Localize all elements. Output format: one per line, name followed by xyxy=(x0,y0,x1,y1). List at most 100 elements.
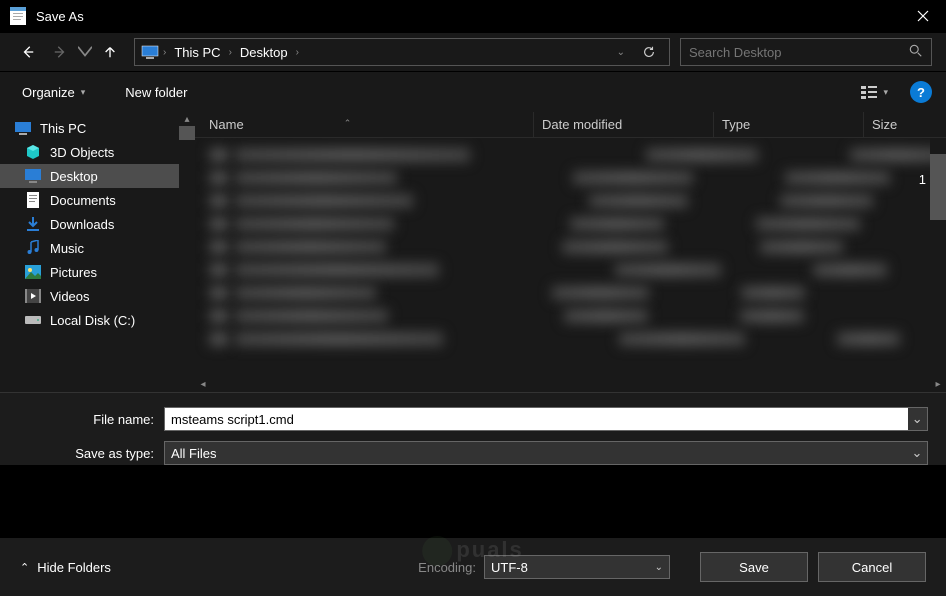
toolbar: Organize ▾ New folder ▾ ? xyxy=(0,72,946,112)
filename-field-wrap: ⌄ xyxy=(164,407,928,431)
sidebar-thispc[interactable]: This PC xyxy=(0,116,195,140)
refresh-button[interactable] xyxy=(635,38,663,66)
chevron-down-icon: ⌄ xyxy=(655,562,663,573)
pc-icon xyxy=(141,45,159,59)
sidebar-item-label: Documents xyxy=(50,193,116,208)
chevron-right-icon[interactable]: › xyxy=(229,47,232,58)
file-row[interactable] xyxy=(209,236,946,258)
newfolder-button[interactable]: New folder xyxy=(117,81,195,104)
organize-button[interactable]: Organize ▾ xyxy=(14,81,93,104)
newfolder-label: New folder xyxy=(125,85,187,100)
chevron-right-icon[interactable]: › xyxy=(296,47,299,58)
address-bar[interactable]: › This PC › Desktop › ⌄ xyxy=(134,38,670,66)
window-title: Save As xyxy=(36,9,900,24)
file-list-area: Name⌃ Date modified Type Size 1 ◂ ▸ xyxy=(195,112,946,392)
column-size[interactable]: Size xyxy=(863,112,913,137)
saveas-label: Save as type: xyxy=(18,446,164,461)
content-area: This PC 3D Objects Desktop Documents Downlo… xyxy=(0,112,946,392)
encoding-combo[interactable]: UTF-8 ⌄ xyxy=(484,555,670,579)
sidebar-item-label: Pictures xyxy=(50,265,97,280)
inputs-panel: File name: ⌄ Save as type: All Files ⌄ xyxy=(0,392,946,465)
saveastype-field-wrap[interactable]: All Files ⌄ xyxy=(164,441,928,465)
hidefolders-label: Hide Folders xyxy=(37,560,111,575)
chevron-down-icon: ▾ xyxy=(883,87,888,98)
column-headers: Name⌃ Date modified Type Size xyxy=(195,112,946,138)
sidebar-item-downloads[interactable]: Downloads xyxy=(0,212,195,236)
file-row[interactable] xyxy=(209,167,946,189)
chevron-down-icon[interactable]: ⌄ xyxy=(908,408,927,430)
sort-icon: ⌃ xyxy=(344,118,352,129)
pc-icon xyxy=(14,119,32,137)
sidebar-item-label: Desktop xyxy=(50,169,98,184)
hidefolders-button[interactable]: ⌃ Hide Folders xyxy=(20,560,111,575)
help-button[interactable]: ? xyxy=(910,81,932,103)
file-row[interactable] xyxy=(209,190,946,212)
column-type[interactable]: Type xyxy=(713,112,863,137)
file-scrollbar[interactable] xyxy=(930,138,946,372)
close-button[interactable] xyxy=(900,0,946,32)
sidebar-item-documents[interactable]: Documents xyxy=(0,188,195,212)
cube-icon xyxy=(24,143,42,161)
search-box[interactable] xyxy=(680,38,932,66)
file-row[interactable] xyxy=(209,328,946,350)
pictures-icon xyxy=(24,263,42,281)
chevron-down-icon[interactable]: ⌄ xyxy=(907,445,927,461)
sidebar-item-label: Downloads xyxy=(50,217,114,232)
video-icon xyxy=(24,287,42,305)
save-button[interactable]: Save xyxy=(700,552,808,582)
file-rows[interactable]: 1 xyxy=(195,138,946,376)
sidebar-item-label: Local Disk (C:) xyxy=(50,313,135,328)
sidebar-item-label: 3D Objects xyxy=(50,145,114,160)
filename-label: File name: xyxy=(18,412,164,427)
chevron-down-icon: ▾ xyxy=(81,87,86,98)
file-row[interactable] xyxy=(209,305,946,327)
filename-input[interactable] xyxy=(165,408,908,430)
sidebar-item-videos[interactable]: Videos xyxy=(0,284,195,308)
encoding-value: UTF-8 xyxy=(491,560,528,575)
title-bar: Save As xyxy=(0,0,946,32)
column-modified[interactable]: Date modified xyxy=(533,112,713,137)
saveastype-value: All Files xyxy=(165,446,907,461)
up-button[interactable] xyxy=(96,38,124,66)
sidebar-item-label: Music xyxy=(50,241,84,256)
organize-label: Organize xyxy=(22,85,75,100)
sidebar-item-label: Videos xyxy=(50,289,90,304)
search-input[interactable] xyxy=(689,45,909,60)
sidebar-item-local-disk-c-[interactable]: Local Disk (C:) xyxy=(0,308,195,332)
footer: ⌃ Hide Folders Encoding: UTF-8 ⌄ Save Ca… xyxy=(0,538,946,596)
horizontal-scrollbar[interactable]: ◂ ▸ xyxy=(195,376,946,392)
sidebar-item-pictures[interactable]: Pictures xyxy=(0,260,195,284)
file-row[interactable] xyxy=(209,213,946,235)
download-icon xyxy=(24,215,42,233)
sidebar-item-music[interactable]: Music xyxy=(0,236,195,260)
scroll-left-icon[interactable]: ◂ xyxy=(195,376,211,392)
file-row[interactable] xyxy=(209,282,946,304)
view-options-button[interactable]: ▾ xyxy=(857,80,892,104)
sidebar-label: This PC xyxy=(40,121,86,136)
disk-icon xyxy=(24,311,42,329)
sidebar-item-3d-objects[interactable]: 3D Objects xyxy=(0,140,195,164)
breadcrumb-desktop[interactable]: Desktop xyxy=(236,45,292,60)
nav-bar: › This PC › Desktop › ⌄ xyxy=(0,32,946,72)
forward-button[interactable] xyxy=(46,38,74,66)
file-row[interactable] xyxy=(209,144,946,166)
back-button[interactable] xyxy=(14,38,42,66)
cancel-button[interactable]: Cancel xyxy=(818,552,926,582)
chevron-right-icon[interactable]: › xyxy=(163,47,166,58)
sidebar-item-desktop[interactable]: Desktop xyxy=(0,164,195,188)
partial-value: 1 xyxy=(919,172,926,187)
breadcrumb-thispc[interactable]: This PC xyxy=(170,45,224,60)
desktop-icon xyxy=(24,167,42,185)
search-icon[interactable] xyxy=(909,44,923,61)
file-row[interactable] xyxy=(209,259,946,281)
sidebar-scrollbar[interactable]: ▴ xyxy=(179,112,195,392)
notepad-icon xyxy=(8,6,28,26)
music-icon xyxy=(24,239,42,257)
address-dropdown-icon[interactable]: ⌄ xyxy=(617,47,625,58)
doc-icon xyxy=(24,191,42,209)
recent-dropdown[interactable] xyxy=(78,38,92,66)
column-name[interactable]: Name⌃ xyxy=(209,112,533,137)
encoding-label: Encoding: xyxy=(418,560,476,575)
chevron-up-icon: ⌃ xyxy=(20,561,29,574)
scroll-right-icon[interactable]: ▸ xyxy=(930,376,946,392)
